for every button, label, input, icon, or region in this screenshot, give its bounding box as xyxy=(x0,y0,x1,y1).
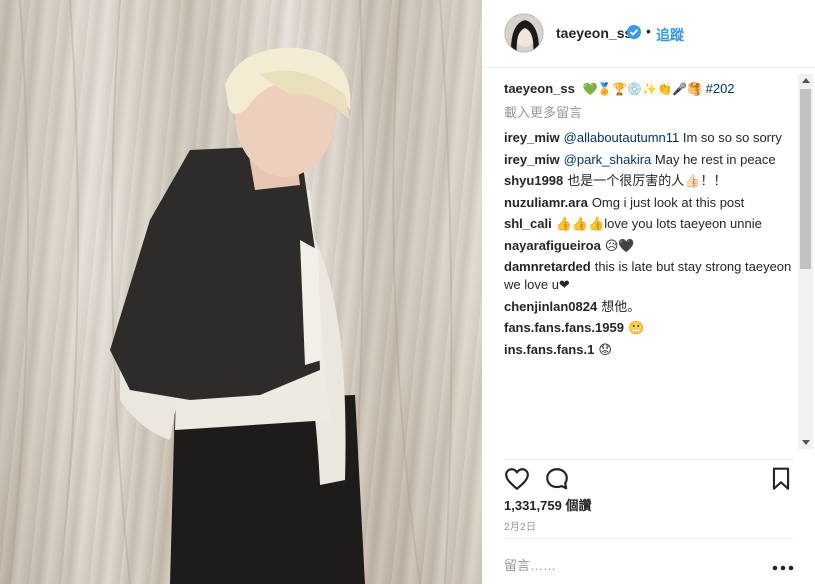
speech-bubble-icon[interactable] xyxy=(544,466,570,492)
comment-input[interactable] xyxy=(504,553,754,577)
post-date[interactable]: 2月2日 xyxy=(504,518,536,533)
scroll-down-arrow-icon[interactable] xyxy=(802,440,810,445)
comment-username[interactable]: chenjinlan0824 xyxy=(504,299,597,314)
comment-username[interactable]: shyu1998 xyxy=(504,173,563,188)
comment-username[interactable]: shl_cali xyxy=(504,216,552,231)
comment-text: Omg i just look at this post xyxy=(591,194,745,210)
comment-username[interactable]: fans.fans.fans.1959 xyxy=(504,320,624,335)
load-more-comments-button[interactable]: 載入更多留言 xyxy=(504,104,794,122)
comment-text: 也是一个很厉害的人👍🏻！！ xyxy=(567,173,727,188)
caption-username[interactable]: taeyeon_ss xyxy=(504,81,575,96)
caption-emojis: 💚🏅🏆💿✨👏🎤🥞 xyxy=(582,82,702,96)
comment-item: fans.fans.fans.1959 😬 xyxy=(504,319,794,337)
photo-illustration xyxy=(0,0,482,584)
scrollbar-thumb[interactable] xyxy=(800,89,811,269)
comment-username[interactable]: nayarafigueiroa xyxy=(504,238,601,253)
comment-text: Im so so so sorry xyxy=(679,130,782,145)
comments-scrollbar[interactable] xyxy=(798,74,813,449)
verified-badge-icon xyxy=(627,25,641,39)
avatar-image xyxy=(505,14,543,52)
comment-username[interactable]: irey_miw xyxy=(504,130,560,145)
comment-item: chenjinlan0824 想他。 xyxy=(504,298,794,316)
comment-mention[interactable]: @allaboutautumn11 xyxy=(564,130,680,145)
post-photo[interactable] xyxy=(0,0,482,584)
post-header: taeyeon_ss • 追蹤 xyxy=(482,0,815,68)
post-actions xyxy=(504,459,794,491)
separator-dot: • xyxy=(646,23,651,39)
heart-outline-icon[interactable] xyxy=(504,466,530,492)
comment-item: irey_miw @allaboutautumn11 Im so so so so… xyxy=(504,129,794,147)
caption-hashtag[interactable]: #202 xyxy=(706,81,735,96)
post-username[interactable]: taeyeon_ss xyxy=(556,25,632,41)
bookmark-icon[interactable] xyxy=(768,466,794,492)
comment-item: shyu1998 也是一个很厉害的人👍🏻！！ xyxy=(504,172,794,190)
post-sidebar: taeyeon_ss • 追蹤 taeyeon_ss 💚🏅🏆💿✨👏🎤🥞 #202… xyxy=(482,0,815,584)
comment-text: 👍👍👍love you lots taeyeon unnie xyxy=(555,216,762,231)
comment-item: shl_cali 👍👍👍love you lots taeyeon unnie xyxy=(504,215,794,233)
ellipsis-icon[interactable] xyxy=(772,559,794,574)
like-count[interactable]: 1,331,759 個讚 xyxy=(504,495,591,514)
comments-list[interactable]: taeyeon_ss 💚🏅🏆💿✨👏🎤🥞 #202 載入更多留言 irey_miw… xyxy=(504,80,794,450)
comment-username[interactable]: damnretarded xyxy=(504,259,591,274)
comment-text: 😥🖤 xyxy=(604,237,635,253)
comment-item: damnretarded this is late but stay strong… xyxy=(504,258,794,294)
add-comment-bar xyxy=(504,538,794,584)
avatar[interactable] xyxy=(504,13,544,53)
follow-button[interactable]: 追蹤 xyxy=(656,25,684,45)
comment-text: 😬 xyxy=(627,320,645,335)
comment-text: 想他。 xyxy=(601,298,641,314)
comment-text: 😟 xyxy=(598,341,612,357)
comment-item: irey_miw @park_shakira May he rest in pea… xyxy=(504,151,794,169)
comment-item: nuzuliamr.ara Omg i just look at this pos… xyxy=(504,194,794,212)
scroll-up-arrow-icon[interactable] xyxy=(802,78,810,83)
caption: taeyeon_ss 💚🏅🏆💿✨👏🎤🥞 #202 xyxy=(504,80,794,98)
comment-item: ins.fans.fans.1 😟 xyxy=(504,341,794,359)
comment-item: nayarafigueiroa 😥🖤 xyxy=(504,237,794,255)
comment-username[interactable]: ins.fans.fans.1 xyxy=(504,342,594,357)
comment-username[interactable]: nuzuliamr.ara xyxy=(504,195,588,210)
comment-text: May he rest in peace xyxy=(651,151,776,167)
comment-username[interactable]: irey_miw xyxy=(504,152,560,167)
comment-mention[interactable]: @park_shakira xyxy=(564,152,652,167)
